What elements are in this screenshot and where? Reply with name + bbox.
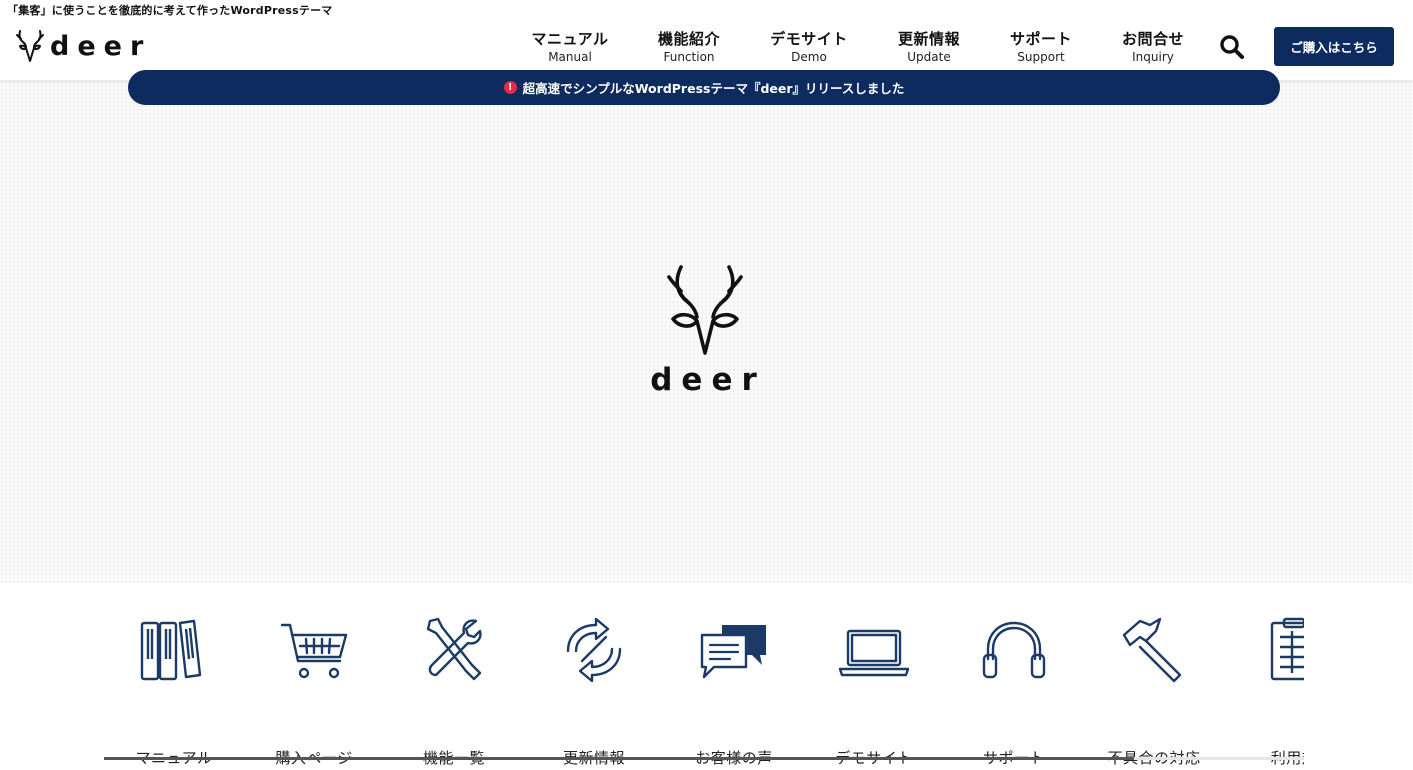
nav-label-en: Update — [907, 50, 951, 64]
nav-label-en: Inquiry — [1132, 50, 1174, 64]
hero-logo: deer — [642, 265, 768, 396]
laptop-icon — [838, 629, 910, 677]
nav-label-en: Demo — [791, 50, 827, 64]
menu-item-demo[interactable]: デモサイト — [804, 615, 944, 767]
menu-item-purchase[interactable]: 購入ページ — [244, 615, 384, 767]
site-header: 「集客」に使うことを徹底的に考えて作ったWordPressテーマ deer マニ… — [0, 0, 1413, 80]
menu-item-troubleshooting[interactable]: 不具合の対応 — [1084, 615, 1224, 767]
nav-label-jp: 機能紹介 — [657, 30, 720, 48]
main-nav: マニュアル Manual 機能紹介 Function デモサイト Demo 更新… — [0, 29, 1413, 69]
announcement-text: 超高速でシンプルなWordPressテーマ『deer』リリースしました — [522, 81, 905, 96]
nav-label-en: Manual — [548, 50, 592, 64]
refresh-icon — [566, 617, 622, 683]
books-icon — [140, 619, 202, 681]
menu-item-updates[interactable]: 更新情報 — [524, 615, 664, 767]
nav-item-function[interactable]: 機能紹介 Function — [634, 29, 744, 65]
search-icon — [1220, 35, 1244, 59]
hero-wordmark: deer — [650, 362, 766, 398]
nav-label-en: Function — [663, 50, 715, 64]
nav-item-support[interactable]: サポート Support — [986, 29, 1096, 65]
nav-item-inquiry[interactable]: お問合せ Inquiry — [1098, 29, 1208, 65]
menu-scrollbar[interactable] — [104, 757, 1304, 760]
deer-logo-icon — [667, 265, 743, 355]
headphones-icon — [982, 621, 1046, 679]
search-button[interactable] — [1219, 34, 1245, 60]
menu-item-terms[interactable]: 利用規 — [1224, 615, 1304, 767]
tools-icon — [426, 617, 482, 681]
menu-item-support[interactable]: サポート — [944, 615, 1084, 767]
nav-label-jp: マニュアル — [531, 30, 609, 48]
hammer-icon — [1122, 617, 1182, 683]
nav-label-jp: 更新情報 — [897, 30, 960, 48]
nav-label-jp: デモサイト — [770, 30, 848, 48]
menu-item-features[interactable]: 機能一覧 — [384, 615, 524, 767]
nav-item-manual[interactable]: マニュアル Manual — [515, 29, 625, 65]
hero-section: deer — [0, 80, 1413, 583]
icon-menu: マニュアル 購入ページ 機能一覧 更新情報 お客様の声 デモサイト サポート 不… — [104, 583, 1304, 770]
clipboard-icon — [1270, 617, 1304, 681]
announcement-bar[interactable]: ! 超高速でシンプルなWordPressテーマ『deer』リリースしました — [128, 70, 1280, 105]
nav-label-jp: サポート — [1009, 30, 1072, 48]
site-tagline: 「集客」に使うことを徹底的に考えて作ったWordPressテーマ — [7, 4, 333, 17]
nav-label-en: Support — [1017, 50, 1065, 64]
cart-icon — [280, 623, 348, 679]
nav-item-demo[interactable]: デモサイト Demo — [754, 29, 864, 65]
buy-button[interactable]: ご購入はこちら — [1274, 27, 1394, 66]
menu-item-manual[interactable]: マニュアル — [104, 615, 244, 767]
menu-scrollbar-thumb[interactable] — [104, 757, 1134, 760]
alert-icon: ! — [503, 81, 517, 94]
chat-icon — [700, 625, 766, 679]
nav-item-update[interactable]: 更新情報 Update — [874, 29, 984, 65]
menu-item-testimonials[interactable]: お客様の声 — [664, 615, 804, 767]
nav-label-jp: お問合せ — [1121, 30, 1184, 48]
